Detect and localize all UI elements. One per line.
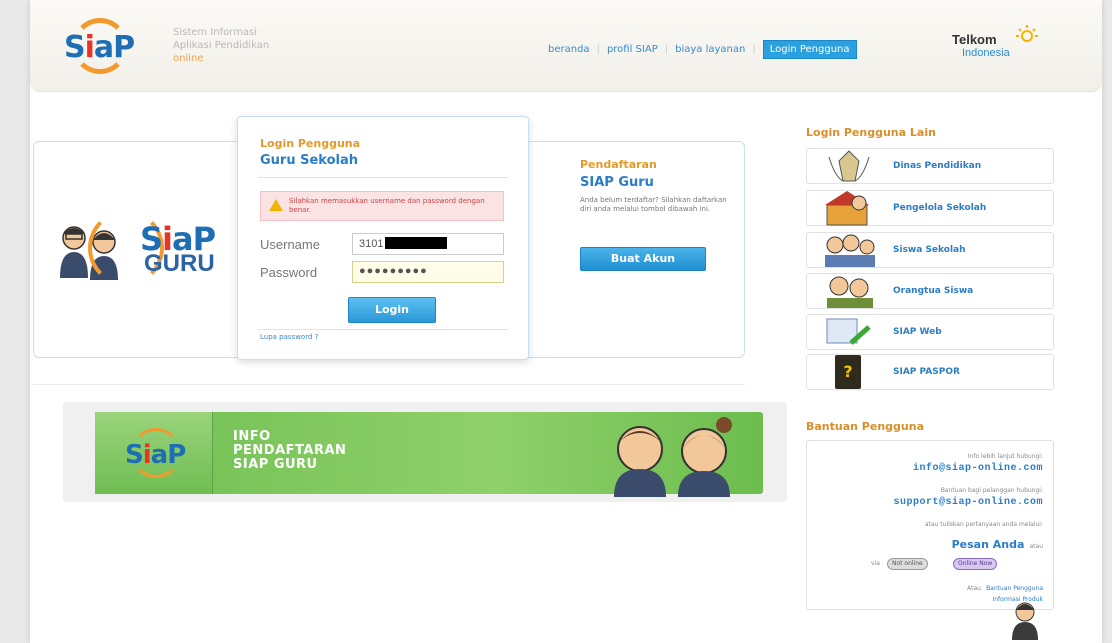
sidebar-item-label: Orangtua Siswa [893,286,974,296]
ym-online-button[interactable]: Online Now [953,558,998,570]
registration-kicker: Pendaftaran [580,158,657,171]
education-office-emblem-icon [828,150,870,182]
username-value: 3101 [359,238,384,250]
nav-biaya[interactable]: biaya layanan [675,44,745,55]
other-login-title: Login Pengguna Lain [806,126,936,139]
nav-separator: | [596,44,600,55]
login-kicker: Login Pengguna [260,137,361,150]
siap-logo[interactable]: SiaP [64,18,154,74]
customer-service-avatar [1012,602,1038,640]
message-row: Pesan Anda atau [952,533,1043,552]
students-illustration-icon [614,417,732,497]
banner-line-2: PENDAFTARAN [233,443,347,458]
divider [258,329,508,330]
sidebar-item-label: Dinas Pendidikan [893,161,982,171]
forgot-password-link[interactable]: Lupa password ? [260,333,318,341]
sidebar-item-label: SIAP Web [893,327,942,337]
divider [258,177,508,178]
alert-text: Silahkan memasukkan username dan passwor… [289,197,485,214]
sidebar-item-label: Pengelola Sekolah [893,203,987,213]
nav-beranda[interactable]: beranda [548,44,590,55]
guru-word: GURU [144,250,215,277]
tagline-line-2: Aplikasi Pendidikan [173,40,270,51]
support-text: Bantuan bagi pelanggan hubungi: [940,487,1043,494]
password-label: Password [260,265,318,280]
ym-prefix: via [871,560,880,567]
banner-text: INFO PENDAFTARAN SIAP GURU [233,430,346,472]
info-email-link[interactable]: info@siap-online.com [913,463,1043,474]
registration-description: Anda belum terdaftar? Silahkan daftarkan… [580,196,727,213]
help-box: Info lebih lanjut hubungi: info@siap-onl… [806,440,1054,610]
info-text: Info lebih lanjut hubungi: [967,453,1043,460]
sidebar-item-orangtua-siswa[interactable]: Orangtua Siswa [806,273,1054,309]
sidebar-item-pengelola-sekolah[interactable]: Pengelola Sekolah [806,190,1054,226]
banner-logo-text: SiaP [125,440,186,470]
main-nav: beranda | profil SIAP | biaya layanan | … [548,40,857,59]
site-header: SiaP Sistem Informasi Aplikasi Pendidika… [30,0,1102,92]
nav-separator: | [664,44,669,55]
message-link[interactable]: Pesan Anda [952,538,1025,551]
ym-offline-button[interactable]: Not online [887,558,928,570]
passport-icon: ? [835,355,861,389]
telkom-logo[interactable]: Telkom Indonesia [952,25,1052,66]
login-card: Login Pengguna Guru Sekolah Silahkan mem… [237,116,529,360]
password-input[interactable]: ●●●●●●●●● [352,261,504,283]
username-input[interactable]: 3101 [352,233,504,255]
banner-line-1: INFO [233,429,271,444]
sidebar-item-siap-paspor[interactable]: ? SIAP PASPOR [806,354,1054,390]
sidebar-item-dinas-pendidikan[interactable]: Dinas Pendidikan [806,148,1054,184]
warning-icon [269,199,283,211]
sidebar-item-label: Siswa Sekolah [893,245,966,255]
divider [33,384,745,385]
nav-login-pengguna[interactable]: Login Pengguna [762,40,857,59]
banner-line-3: SIAP GURU [233,457,318,472]
message-suffix: atau [1029,543,1043,550]
school-manager-icon [825,191,869,226]
support-email-link[interactable]: support@siap-online.com [893,497,1043,508]
tagline-online: online [173,53,204,64]
tagline-line-1: Sistem Informasi [173,27,258,38]
siap-guru-logo: SiaP GURU [56,210,216,290]
sidebar-item-label: SIAP PASPOR [893,367,960,377]
help-title: Bantuan Pengguna [806,420,924,433]
registration-title: SIAP Guru [580,175,654,190]
telkom-sub: Indonesia [962,47,1010,59]
svg-text:?: ? [843,362,852,381]
students-icon [825,234,875,267]
message-text: atau tuliskan pertanyaan anda melalui: [924,521,1043,528]
registration-section: Pendaftaran SIAP Guru Anda belum terdaft… [580,158,730,214]
login-title: Guru Sekolah [260,153,359,168]
redaction-bar [385,237,448,249]
logo-text: SiaP [64,30,135,65]
or-text: Atau [967,585,981,592]
sidebar-item-siap-web[interactable]: SIAP Web [806,314,1054,350]
web-icon [826,318,871,345]
parents-icon [827,276,873,308]
login-button[interactable]: Login [348,297,436,323]
sidebar-item-siswa-sekolah[interactable]: Siswa Sekolah [806,232,1054,268]
username-label: Username [260,237,320,252]
error-alert: Silahkan memasukkan username dan passwor… [260,191,504,221]
nav-profil[interactable]: profil SIAP [607,44,658,55]
sun-icon [1016,25,1038,42]
site-tagline: Sistem Informasi Aplikasi Pendidikan onl… [173,26,269,65]
banner-logo: SiaP [95,412,213,494]
telkom-name: Telkom [952,32,997,47]
nav-separator: | [752,44,756,55]
create-account-button[interactable]: Buat Akun [580,247,706,271]
